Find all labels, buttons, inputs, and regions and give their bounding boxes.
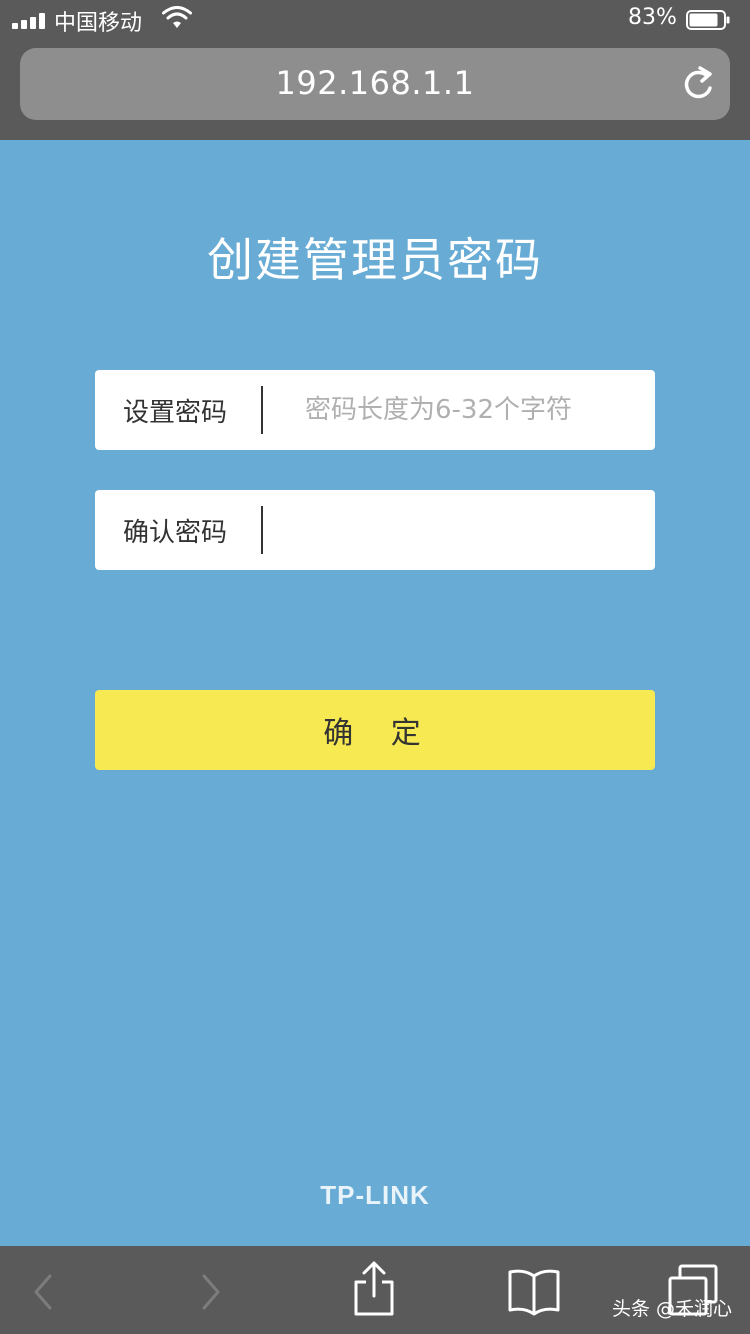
address-bar[interactable]: 192.168.1.1 [20, 48, 730, 120]
signal-strength-icon [12, 13, 46, 29]
confirm-password-field[interactable]: 确认密码 [95, 490, 655, 570]
url-text[interactable]: 192.168.1.1 [20, 64, 730, 102]
browser-nav-bar: 192.168.1.1 [0, 40, 750, 140]
bookmarks-icon[interactable] [506, 1266, 562, 1316]
back-icon[interactable] [30, 1272, 56, 1312]
watermark-text: 头条 @禾润心 [612, 1298, 733, 1320]
wifi-icon [162, 6, 192, 28]
confirm-password-input[interactable] [285, 500, 635, 560]
forward-icon[interactable] [198, 1272, 224, 1312]
field-divider [261, 386, 263, 434]
page-title: 创建管理员密码 [207, 233, 543, 287]
confirm-button[interactable]: 确 定 [95, 690, 655, 770]
set-password-input[interactable] [285, 380, 635, 440]
field-divider [261, 506, 263, 554]
reload-icon[interactable] [680, 64, 716, 104]
share-icon[interactable] [352, 1260, 396, 1318]
tp-link-logo: TP-LINK [320, 1180, 430, 1210]
status-bar: 中国移动 83% [0, 0, 750, 40]
set-password-label: 设置密码 [123, 398, 228, 428]
set-password-field[interactable]: 设置密码 [95, 370, 655, 450]
carrier-name: 中国移动 [54, 11, 143, 36]
battery-icon [686, 10, 730, 30]
confirm-password-label: 确认密码 [123, 518, 228, 548]
battery-percent: 83% [628, 5, 677, 30]
